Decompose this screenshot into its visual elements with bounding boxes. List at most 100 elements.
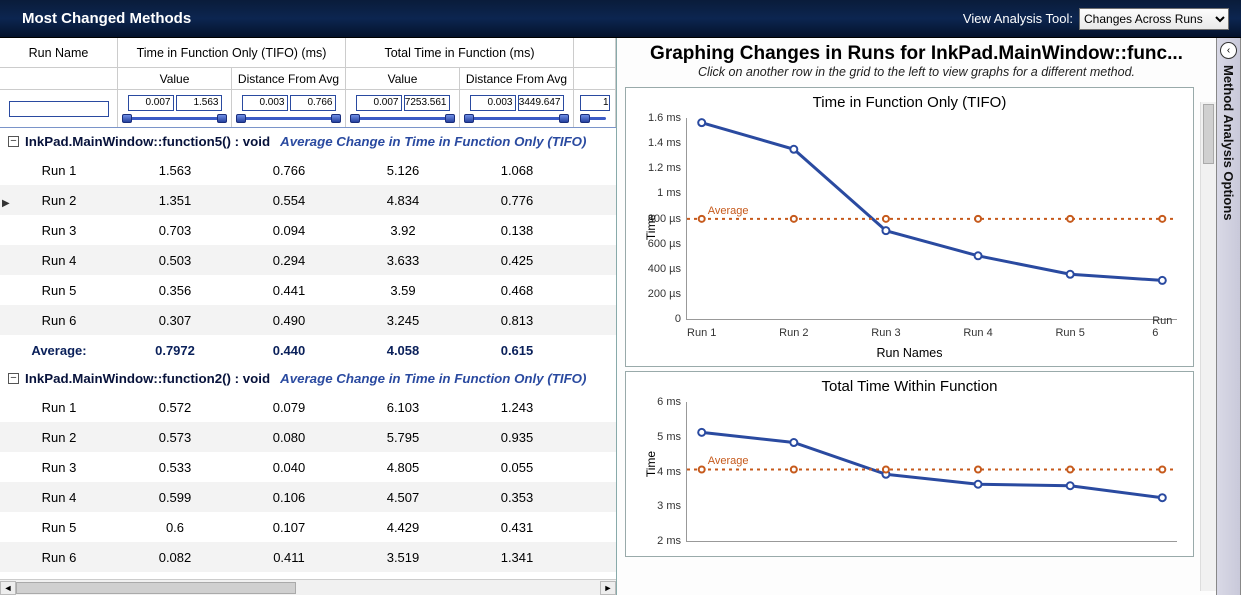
- y-tick: 1.4 ms: [631, 137, 681, 149]
- filter-tifo-val-hi[interactable]: [176, 95, 222, 111]
- y-tick: 6 ms: [631, 396, 681, 408]
- cell-ttf-value: 3.633: [346, 253, 460, 268]
- cell-ttf-dist: 0.055: [460, 460, 574, 475]
- expander-icon[interactable]: −: [8, 373, 19, 384]
- side-panel-chevron-icon[interactable]: ‹: [1220, 42, 1237, 59]
- cell-tifo-dist: 0.094: [232, 223, 346, 238]
- row-marker-icon: ▶: [2, 198, 10, 209]
- cell-tifo-value: 0.307: [118, 313, 232, 328]
- col-ttf[interactable]: Total Time in Function (ms): [346, 38, 574, 67]
- filter-ttf-dist-hi[interactable]: [518, 95, 564, 111]
- y-tick: 1.6 ms: [631, 112, 681, 124]
- y-tick: 400 µs: [631, 263, 681, 275]
- cell-tifo-dist: 0.080: [232, 430, 346, 445]
- table-row[interactable]: Run 1 1.563 0.766 5.126 1.068: [0, 155, 616, 185]
- cell-tifo-value: 0.533: [118, 460, 232, 475]
- table-row[interactable]: Run 6 0.082 0.411 3.519 1.341: [0, 542, 616, 572]
- cell-ttf-dist: 0.813: [460, 313, 574, 328]
- expander-icon[interactable]: −: [8, 136, 19, 147]
- slider-trunc[interactable]: [578, 113, 612, 123]
- cell-ttf-value: 4.507: [346, 490, 460, 505]
- cell-ttf-dist: 0.935: [460, 430, 574, 445]
- scroll-left-icon[interactable]: ◄: [0, 581, 16, 595]
- cell-tifo-dist: 0.294: [232, 253, 346, 268]
- cell-tifo-value: 0.573: [118, 430, 232, 445]
- filter-ttf-val-lo[interactable]: [356, 95, 402, 111]
- table-row[interactable]: Run 6 0.307 0.490 3.245 0.813: [0, 305, 616, 335]
- x-tick: Run 5: [1055, 327, 1084, 339]
- y-tick: 800 µs: [631, 213, 681, 225]
- table-row[interactable]: Run 3 0.533 0.040 4.805 0.055: [0, 452, 616, 482]
- x-tick: Run 6: [1152, 315, 1172, 339]
- view-tool-select[interactable]: Changes Across Runs: [1079, 8, 1229, 30]
- filter-runname-input[interactable]: [9, 101, 109, 117]
- average-row: Average: 0.79720.440 4.0580.615: [0, 335, 616, 365]
- y-tick: 0: [631, 313, 681, 325]
- filter-trunc[interactable]: [580, 95, 610, 111]
- filter-ttf-dist-lo[interactable]: [470, 95, 516, 111]
- filter-tifo-dist-lo[interactable]: [242, 95, 288, 111]
- grid-hscrollbar[interactable]: ◄ ►: [0, 579, 616, 595]
- method-name: InkPad.MainWindow::function2() : void: [25, 371, 270, 386]
- side-panel-label[interactable]: Method Analysis Options: [1221, 65, 1236, 221]
- y-tick: 600 µs: [631, 238, 681, 250]
- avg-change-label: Average Change in Time in Function Only …: [280, 134, 586, 149]
- cell-runname: Run 5: [0, 283, 118, 298]
- cell-tifo-value: 0.082: [118, 550, 232, 565]
- sub-tifo-value[interactable]: Value: [118, 68, 232, 89]
- scroll-right-icon[interactable]: ►: [600, 581, 616, 595]
- cell-tifo-value: 0.6: [118, 520, 232, 535]
- sub-ttf-value[interactable]: Value: [346, 68, 460, 89]
- table-row[interactable]: Run 4 0.599 0.106 4.507 0.353: [0, 482, 616, 512]
- slider-ttf-val[interactable]: [348, 113, 457, 123]
- table-row[interactable]: Run 4 0.503 0.294 3.633 0.425: [0, 245, 616, 275]
- table-row[interactable]: Run 1 0.572 0.079 6.103 1.243: [0, 392, 616, 422]
- grid-header-row2: Value Distance From Avg Value Distance F…: [0, 68, 616, 90]
- col-tifo[interactable]: Time in Function Only (TIFO) (ms): [118, 38, 346, 67]
- grid-body[interactable]: − InkPad.MainWindow::function5() : void …: [0, 128, 616, 579]
- avg-change-label: Average Change in Time in Function Only …: [280, 371, 586, 386]
- cell-ttf-value: 3.59: [346, 283, 460, 298]
- cell-ttf-value: 3.92: [346, 223, 460, 238]
- chart-vscrollbar[interactable]: [1200, 102, 1216, 591]
- cell-tifo-value: 0.503: [118, 253, 232, 268]
- filter-ttf-val-hi[interactable]: [404, 95, 450, 111]
- cell-tifo-value: 0.599: [118, 490, 232, 505]
- view-tool-label: View Analysis Tool:: [963, 11, 1073, 26]
- method-group-header[interactable]: − InkPad.MainWindow::function5() : void …: [0, 128, 616, 155]
- table-row[interactable]: Run 5 0.356 0.441 3.59 0.468: [0, 275, 616, 305]
- chart-tifo: Time in Function Only (TIFO) Time Run Na…: [625, 87, 1194, 367]
- cell-runname: Run 3: [0, 460, 118, 475]
- table-row[interactable]: Run 5 0.6 0.107 4.429 0.431: [0, 512, 616, 542]
- cell-tifo-dist: 0.554: [232, 193, 346, 208]
- chart-subheading: Click on another row in the grid to the …: [617, 65, 1216, 83]
- cell-tifo-value: 0.356: [118, 283, 232, 298]
- table-row[interactable]: Run 2 0.573 0.080 5.795 0.935: [0, 422, 616, 452]
- filter-tifo-dist-hi[interactable]: [290, 95, 336, 111]
- cell-tifo-dist: 0.106: [232, 490, 346, 505]
- cell-runname: Run 5: [0, 520, 118, 535]
- app-title: Most Changed Methods: [22, 10, 191, 27]
- cell-ttf-dist: 1.068: [460, 163, 574, 178]
- slider-tifo-val[interactable]: [120, 113, 229, 123]
- col-runname[interactable]: Run Name: [0, 38, 118, 67]
- sub-tifo-dist[interactable]: Distance From Avg: [232, 68, 346, 89]
- vscroll-thumb[interactable]: [1203, 104, 1214, 164]
- cell-runname: Run 3: [0, 223, 118, 238]
- side-panel-tab[interactable]: ‹ Method Analysis Options: [1216, 38, 1241, 595]
- x-tick: Run 4: [963, 327, 992, 339]
- cell-tifo-dist: 0.490: [232, 313, 346, 328]
- table-row[interactable]: Run 2 1.351 0.554 4.834 0.776: [0, 185, 616, 215]
- filter-tifo-val-lo[interactable]: [128, 95, 174, 111]
- col-trunc[interactable]: [574, 38, 616, 67]
- y-tick: 5 ms: [631, 431, 681, 443]
- x-tick: Run 1: [687, 327, 716, 339]
- hscroll-thumb[interactable]: [16, 582, 296, 594]
- cell-runname: Run 6: [0, 550, 118, 565]
- method-group-header[interactable]: − InkPad.MainWindow::function2() : void …: [0, 365, 616, 392]
- sub-ttf-dist[interactable]: Distance From Avg: [460, 68, 574, 89]
- cell-tifo-dist: 0.079: [232, 400, 346, 415]
- table-row[interactable]: Run 3 0.703 0.094 3.92 0.138: [0, 215, 616, 245]
- slider-ttf-dist[interactable]: [462, 113, 571, 123]
- slider-tifo-dist[interactable]: [234, 113, 343, 123]
